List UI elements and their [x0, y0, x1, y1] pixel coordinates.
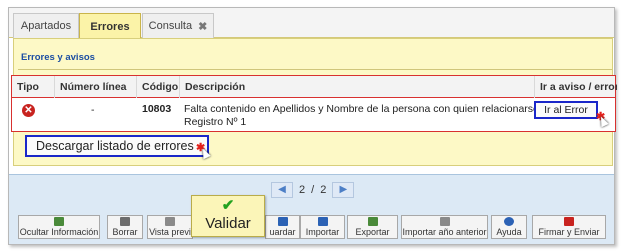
- importar-ano-anterior-button[interactable]: Importar año anterior: [401, 215, 488, 239]
- trash-icon: [120, 217, 130, 226]
- row-numero-linea: -: [91, 104, 95, 116]
- toolbar-label: Borrar: [112, 227, 138, 237]
- sign-send-icon: [564, 217, 574, 226]
- vista-previa-button[interactable]: Vista previ: [147, 215, 193, 239]
- mouse-cursor-icon: [597, 114, 609, 128]
- checkmark-icon: ✔: [221, 197, 235, 214]
- help-icon: [504, 217, 514, 226]
- tab-errores[interactable]: Errores: [79, 13, 141, 39]
- firmar-enviar-button[interactable]: Firmar y Enviar: [532, 215, 606, 239]
- tab-label: Consulta: [148, 20, 193, 32]
- toolbar-label: Importar año anterior: [402, 227, 487, 237]
- toolbar-label: Firmar y Enviar: [538, 227, 600, 237]
- toolbar-label: Ocultar Información: [19, 227, 99, 237]
- descargar-listado-button[interactable]: Descargar listado de errores: [25, 135, 209, 157]
- descripcion-line-2: Registro Nº 1: [184, 116, 247, 128]
- pager: ◀ 2 / 2 ▶: [271, 181, 355, 199]
- header-ir-a: Ir a aviso / error: [534, 76, 617, 98]
- ayuda-button[interactable]: Ayuda: [491, 215, 527, 239]
- toolbar-label: Exportar: [355, 227, 390, 237]
- exportar-button[interactable]: Exportar: [347, 215, 398, 239]
- page-current: 2: [299, 184, 306, 196]
- export-icon: [367, 217, 378, 226]
- toolbar-label: Vista previ: [149, 227, 191, 237]
- tab-bar: Apartados Errores Consulta ✖: [9, 8, 614, 39]
- toolbar-label: Ayuda: [496, 227, 522, 237]
- tab-apartados[interactable]: Apartados: [13, 13, 79, 38]
- table-header: Tipo Número línea Código Descripción Ir …: [12, 76, 617, 98]
- error-circle-icon: ✕: [22, 104, 35, 117]
- save-icon: [277, 217, 288, 226]
- guardar-button[interactable]: uardar: [265, 215, 300, 239]
- ir-al-error-button[interactable]: Ir al Error: [534, 101, 598, 119]
- page-separator: /: [311, 184, 315, 196]
- header-codigo: Código: [136, 76, 179, 98]
- next-arrow-icon[interactable]: ▶: [332, 182, 355, 198]
- row-descripcion: Falta contenido en Apellidos y Nombre de…: [184, 103, 539, 129]
- tab-consulta[interactable]: Consulta ✖: [142, 13, 214, 38]
- close-x-icon[interactable]: ✖: [198, 20, 207, 33]
- panel-divider: [18, 69, 612, 70]
- descargar-label: Descargar listado de errores: [36, 139, 194, 153]
- prev-arrow-icon[interactable]: ◀: [271, 182, 293, 198]
- validar-label: Validar: [205, 215, 251, 232]
- validar-button[interactable]: ✔ Validar: [191, 195, 265, 237]
- descripcion-line-1: Falta contenido en Apellidos y Nombre de…: [184, 103, 539, 115]
- toolbar-label: Importar: [305, 227, 340, 237]
- import-previous-icon: [439, 217, 450, 226]
- errors-table: Tipo Número línea Código Descripción Ir …: [11, 75, 617, 132]
- row-codigo: 10803: [142, 103, 172, 115]
- header-descripcion: Descripción: [179, 76, 534, 98]
- panel-title: Errores y avisos: [21, 52, 95, 63]
- importar-button[interactable]: Importar: [300, 215, 345, 239]
- borrar-button[interactable]: Borrar: [107, 215, 143, 239]
- tab-label: Apartados: [20, 20, 72, 32]
- preview-icon: [165, 217, 175, 226]
- import-icon: [317, 217, 328, 226]
- header-tipo: Tipo: [17, 81, 39, 93]
- toolbar-label: uardar: [269, 227, 296, 237]
- page-total: 2: [320, 184, 327, 196]
- hide-info-icon: [54, 217, 64, 226]
- ocultar-informacion-button[interactable]: Ocultar Información: [18, 215, 100, 239]
- header-numero-linea: Número línea: [54, 76, 136, 98]
- tab-label: Errores: [90, 20, 130, 33]
